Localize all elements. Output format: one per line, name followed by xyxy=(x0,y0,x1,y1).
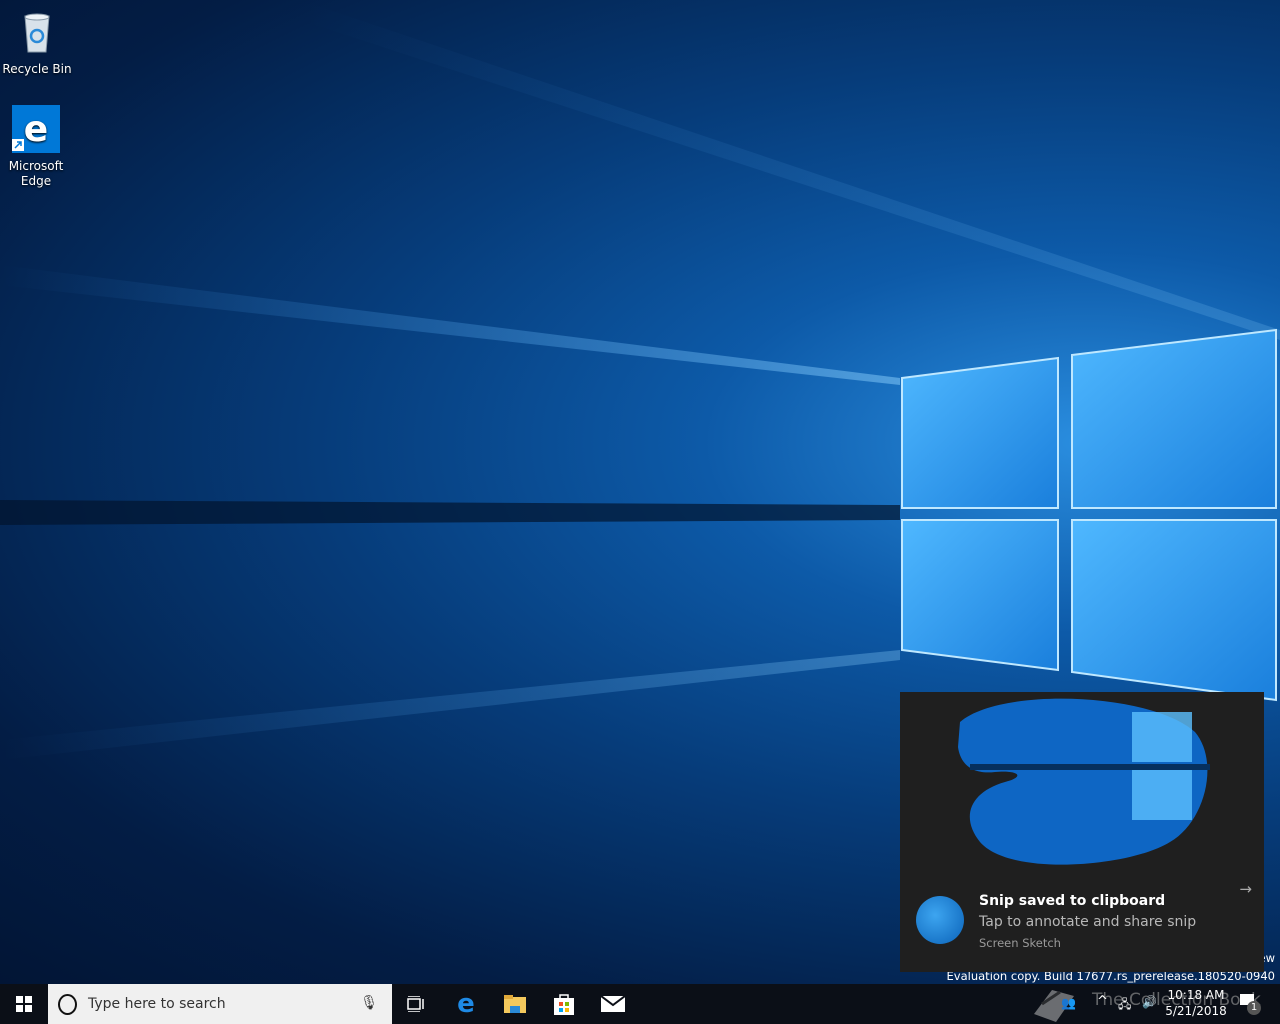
edge-icon: e xyxy=(12,105,60,153)
cortana-icon xyxy=(58,994,77,1015)
toast-source: Screen Sketch xyxy=(979,936,1061,950)
file-explorer-button[interactable] xyxy=(491,984,539,1024)
snip-preview-image xyxy=(958,698,1210,865)
recycle-bin-icon xyxy=(24,13,50,53)
taskbar: Type here to search 🎙 e The Collection B… xyxy=(0,984,1280,1024)
clock-date: 5/21/2018 xyxy=(1165,1004,1227,1018)
edge-label: Microsoft Edge xyxy=(8,159,64,188)
recycle-bin-label: Recycle Bin xyxy=(2,62,72,76)
mail-button[interactable] xyxy=(589,984,637,1024)
people-icon[interactable]: 👥 xyxy=(1061,996,1076,1010)
screen-sketch-app-icon xyxy=(916,896,964,944)
desktop-icon-microsoft-edge[interactable]: e Microsoft Edge xyxy=(0,105,72,189)
network-icon[interactable]: 🖧 xyxy=(1118,995,1131,1016)
store-button[interactable] xyxy=(540,984,588,1024)
toast-body: Tap to annotate and share snip xyxy=(979,914,1197,930)
notification-count-badge: 1 xyxy=(1247,1001,1261,1015)
windows-logo-icon xyxy=(16,996,32,1012)
toast-title: Snip saved to clipboard xyxy=(979,893,1166,909)
mail-icon xyxy=(601,996,625,1012)
show-hidden-icons-chevron[interactable]: ^ xyxy=(1097,994,1108,1009)
store-icon xyxy=(554,994,574,1015)
task-view-icon xyxy=(407,996,424,1012)
expand-arrow-icon[interactable]: → xyxy=(1239,880,1252,898)
svg-text:e: e xyxy=(24,109,48,150)
search-box[interactable]: Type here to search 🎙 xyxy=(48,984,392,1024)
edge-icon: e xyxy=(457,989,475,1019)
snip-notification-toast[interactable]: → Snip saved to clipboard Tap to annotat… xyxy=(900,692,1264,972)
action-center-button[interactable]: 1 xyxy=(1238,992,1262,1016)
volume-icon[interactable]: 🔊 xyxy=(1142,995,1157,1009)
task-view-button[interactable] xyxy=(392,984,440,1024)
desktop-icon-recycle-bin[interactable]: Recycle Bin xyxy=(1,8,73,77)
taskbar-edge-button[interactable]: e xyxy=(442,984,490,1024)
start-button[interactable] xyxy=(0,984,48,1024)
clock[interactable]: 10:18 AM 5/21/2018 xyxy=(1164,987,1228,1019)
folder-icon xyxy=(504,995,526,1013)
desktop: Recycle Bin e Microsoft Edge ew Evaluati… xyxy=(0,0,1280,984)
search-placeholder: Type here to search xyxy=(88,996,226,1012)
clock-time: 10:18 AM xyxy=(1167,988,1225,1002)
microphone-icon[interactable]: 🎙 xyxy=(360,995,378,1011)
